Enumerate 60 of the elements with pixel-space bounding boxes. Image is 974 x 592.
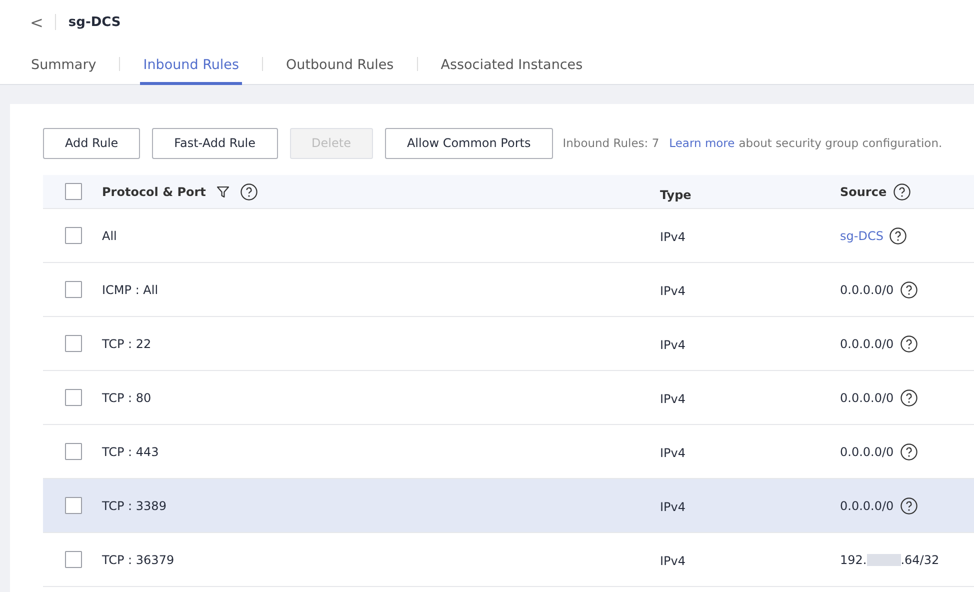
toolbar-button[interactable]: Fast-Add Rule: [152, 128, 278, 158]
row-checkbox[interactable]: [65, 443, 82, 460]
table-cell: 0.0.0.0/0: [840, 498, 894, 512]
help-icon[interactable]: [900, 334, 918, 352]
help-icon[interactable]: [900, 388, 918, 406]
row-checkbox[interactable]: [65, 497, 82, 514]
table-cell: 0.0.0.0/0: [840, 444, 894, 458]
help-icon[interactable]: [900, 280, 918, 298]
toolbar-button[interactable]: Add Rule: [43, 128, 140, 158]
table-cell: TCP : 36379: [102, 552, 174, 566]
source-link[interactable]: sg-DCS: [840, 228, 884, 242]
learn-more-link[interactable]: Learn more: [669, 136, 735, 150]
table-cell: IPv4: [660, 500, 686, 514]
table-cell: IPv4: [660, 446, 686, 460]
column-header: Source: [840, 184, 887, 198]
table-cell: TCP : 22: [102, 336, 152, 350]
table-cell: IPv4: [660, 284, 686, 298]
table-cell: 0.0.0.0/0: [840, 336, 894, 350]
help-note: about security group configuration.: [738, 136, 942, 150]
table-cell: IPv4: [660, 338, 686, 352]
table-cell: TCP : 443: [102, 444, 159, 458]
help-icon[interactable]: [900, 496, 918, 514]
table-row[interactable]: All IPv4 sg-DCS: [43, 209, 974, 263]
table-cell: .64/32: [900, 552, 940, 566]
table-cell: TCP : 80: [102, 390, 152, 404]
help-icon[interactable]: [892, 182, 911, 200]
table-cell: IPv4: [660, 230, 686, 244]
table-row[interactable]: ICMP : All IPv4 0.0.0.0/0: [43, 263, 974, 317]
tab[interactable]: Outbound Rules: [283, 46, 397, 84]
row-checkbox[interactable]: [65, 389, 82, 406]
rule-count: Inbound Rules: 7: [562, 136, 660, 150]
help-icon[interactable]: [900, 442, 918, 460]
toolbar-button[interactable]: Allow Common Ports: [384, 128, 553, 158]
select-all-checkbox[interactable]: [65, 183, 82, 200]
help-icon[interactable]: [240, 182, 258, 200]
column-header: Protocol & Port: [102, 184, 206, 198]
row-checkbox[interactable]: [65, 227, 82, 244]
table-cell: TCP : 3389: [102, 498, 166, 512]
table-row[interactable]: TCP : 3389 IPv4 0.0.0.0/0: [43, 479, 974, 533]
row-checkbox[interactable]: [65, 281, 82, 298]
row-checkbox[interactable]: [65, 335, 82, 352]
table-cell: IPv4: [660, 392, 686, 406]
page-title: sg-DCS: [68, 14, 121, 30]
column-header: Type: [660, 188, 692, 202]
table-row[interactable]: TCP : 36379 IPv4 192. .64/32: [43, 533, 974, 587]
help-icon[interactable]: [889, 226, 908, 244]
table-cell: 192.: [840, 552, 867, 566]
tab[interactable]: Associated Instances: [438, 46, 586, 84]
table-row[interactable]: TCP : 22 IPv4 0.0.0.0/0: [43, 317, 974, 371]
table-row[interactable]: TCP : 80 IPv4 0.0.0.0/0: [43, 371, 974, 425]
table-cell: 0.0.0.0/0: [840, 390, 894, 404]
row-checkbox[interactable]: [65, 551, 82, 568]
table-cell: 0.0.0.0/0: [840, 282, 894, 296]
tab[interactable]: Summary: [28, 46, 100, 84]
table-cell: IPv4: [660, 554, 686, 568]
filter-icon[interactable]: [216, 184, 230, 198]
back-button[interactable]: <: [30, 12, 44, 32]
redaction-blur: [866, 554, 901, 566]
table-cell: All: [102, 228, 117, 242]
table-cell: ICMP : All: [102, 282, 158, 296]
